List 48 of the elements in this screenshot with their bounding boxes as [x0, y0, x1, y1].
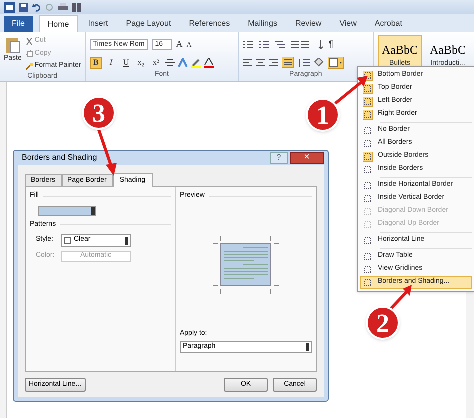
paste-icon[interactable]	[4, 36, 21, 54]
columns-icon[interactable]	[72, 2, 81, 12]
help-button[interactable]: ?	[270, 152, 288, 164]
numbering-icon[interactable]	[258, 40, 269, 49]
ribbon-tab[interactable]: Mailings	[240, 16, 286, 32]
style-sample: AaBbC	[382, 42, 418, 59]
font-color-icon[interactable]	[204, 58, 214, 68]
print-icon[interactable]	[58, 2, 68, 12]
highlighter-icon[interactable]	[191, 58, 202, 68]
format-button[interactable]: I	[105, 56, 118, 68]
format-button[interactable]: x₂	[135, 56, 148, 68]
borders-button-icon[interactable]	[328, 56, 344, 68]
undo-icon[interactable]	[32, 2, 41, 12]
word-logo-icon[interactable]	[4, 2, 15, 12]
ribbon-tab[interactable]: Acrobat	[366, 16, 410, 32]
align-right-icon[interactable]	[268, 58, 278, 66]
bullets-icon[interactable]	[242, 40, 253, 49]
format-button[interactable]: x²	[150, 56, 162, 68]
strikethrough-icon[interactable]	[165, 58, 176, 68]
swatch-icon	[64, 237, 71, 244]
line-spacing-icon[interactable]	[298, 58, 310, 66]
ribbon-tab[interactable]: Review	[287, 16, 330, 32]
align-left-icon[interactable]	[242, 58, 252, 66]
scissors-icon[interactable]	[26, 38, 33, 45]
close-button[interactable]: ×	[290, 152, 324, 164]
brush-icon[interactable]	[26, 62, 33, 70]
pilcrow-icon[interactable]: ¶	[328, 38, 334, 52]
ribbon-tab[interactable]: File	[4, 16, 33, 32]
ribbon-tab[interactable]: Page Layout	[118, 16, 180, 32]
grow-font-button[interactable]: A	[176, 38, 183, 52]
justify-icon[interactable]	[282, 57, 294, 68]
format-button[interactable]: U	[120, 56, 132, 68]
ribbon-tab[interactable]: Home	[38, 15, 78, 32]
dialog-title: Borders and Shading	[21, 152, 98, 164]
ribbon-tab[interactable]: References	[181, 16, 238, 32]
style-sample: AaBbC	[430, 42, 466, 59]
ribbon-tab[interactable]: View	[332, 16, 365, 32]
callout-arrow	[334, 76, 368, 106]
indent-icon[interactable]	[290, 40, 309, 49]
format-button[interactable]: B	[90, 56, 102, 68]
fill-color-dropdown[interactable]	[38, 206, 96, 216]
ribbon-tab[interactable]: Insert	[80, 16, 116, 32]
align-center-icon[interactable]	[256, 58, 265, 66]
copy-icon[interactable]	[26, 50, 33, 58]
paragraph-preview-drawing	[213, 236, 279, 294]
save-icon[interactable]	[19, 2, 28, 12]
callout-arrow	[98, 130, 117, 176]
multilevel-list-icon[interactable]	[274, 40, 285, 49]
